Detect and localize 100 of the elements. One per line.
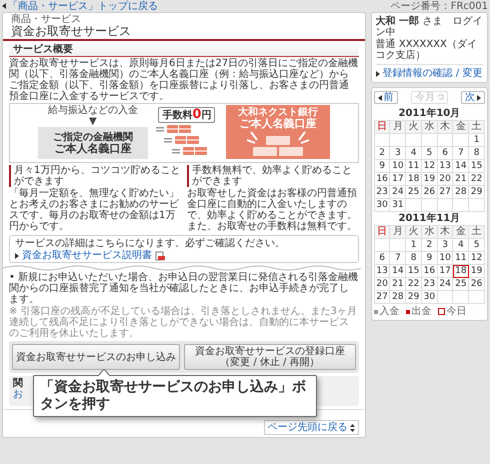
weekday-label: 火: [406, 121, 422, 134]
calendar-day[interactable]: 29: [469, 186, 485, 199]
profile-link[interactable]: 登録情報の確認 / 変更: [382, 68, 482, 79]
calendar-day[interactable]: 22: [469, 173, 485, 186]
calendar-day[interactable]: 24: [438, 278, 454, 291]
related-link[interactable]: お: [13, 389, 23, 400]
action-button[interactable]: 資金お取寄せサービスの登録口座（変更 / 休止 / 再開）: [184, 344, 356, 370]
related-title: 関: [13, 378, 23, 390]
blank-calendar-day: [453, 199, 470, 212]
calendar-day[interactable]: 25: [406, 186, 422, 199]
calendar-day[interactable]: 19: [422, 173, 438, 186]
month-title: 2011年11月: [397, 212, 462, 225]
page-top-link[interactable]: ページ先頭に戻る: [264, 420, 359, 436]
intro-text: 資金お取寄せサービスは、原則毎月6日または27日の引落日にご指定の金融機関（以下、引落金融機関）のご本人名義口座（例：給与振込口座など）からご指定金額（以下、引落金額）を口座振替により引落し、お客さまの円普通預金口座に入金するサービスです。: [9, 58, 359, 102]
calendar-day[interactable]: 7: [390, 252, 406, 265]
user-greeting: 大和 一郎 さま ログイン中: [376, 16, 483, 38]
calendar-day[interactable]: 15: [469, 160, 485, 173]
calendar-day[interactable]: 21: [453, 173, 470, 186]
calendar-day[interactable]: 20: [374, 278, 390, 291]
weekday-label: 木: [438, 226, 454, 239]
calendar-day[interactable]: 21: [390, 278, 406, 291]
account-label: ご本人名義口座: [239, 118, 316, 130]
calendar-day[interactable]: 14: [390, 265, 406, 278]
blank-calendar-day: [406, 199, 422, 212]
blank-calendar-day: [422, 199, 438, 212]
weekday-label: 月: [390, 226, 406, 239]
caret-right-icon: [15, 252, 19, 259]
manual-link[interactable]: 資金お取寄せサービス説明書: [22, 250, 152, 262]
weekday-label: 火: [406, 226, 422, 239]
calendar-day[interactable]: 8: [469, 147, 485, 160]
calendar-day[interactable]: 12: [469, 252, 485, 265]
calendar-day[interactable]: 23: [374, 186, 390, 199]
calendar-day[interactable]: 6: [374, 252, 390, 265]
weekday-label: 土: [469, 121, 485, 134]
calendar-day[interactable]: 15: [406, 265, 422, 278]
calendar-day[interactable]: 1: [406, 239, 422, 252]
feature-heading: 手数料無料で、効率よく貯めることができます: [186, 165, 359, 188]
calendar-day[interactable]: 26: [469, 278, 485, 291]
action-button[interactable]: 資金お取寄せサービスのお申し込み: [12, 344, 180, 370]
blank-calendar-day: [453, 134, 470, 147]
down-arrow: ▼: [89, 116, 97, 128]
calendar-day[interactable]: 13: [374, 265, 390, 278]
deposit-label: 給与振込などの入金: [48, 105, 138, 116]
note-text: ※ 引落口座の残高が不足している場合は、引き落としされません。また3ヶ月連続して残高不足により引き落としができない場合は、自動的に本サービスのご利用を休止いたします。: [9, 306, 358, 340]
calendar-day[interactable]: 9: [422, 252, 438, 265]
calendar-day[interactable]: 16: [374, 173, 390, 186]
feature-heading: 月々1万円から、コツコツ貯めることができます: [9, 165, 181, 188]
calendar-day[interactable]: 1: [469, 134, 485, 147]
calendar-day[interactable]: 28: [390, 291, 406, 304]
calendar-day[interactable]: 3: [438, 239, 454, 252]
calendar-day[interactable]: 16: [422, 265, 438, 278]
calendar-day[interactable]: 19: [469, 265, 485, 278]
calendar-day[interactable]: 2: [422, 239, 438, 252]
calendar-day[interactable]: 4: [453, 239, 470, 252]
calendar-day[interactable]: 27: [438, 186, 454, 199]
fee-amount: 0: [192, 108, 202, 122]
calendar-day[interactable]: 5: [422, 147, 438, 160]
calendar-day[interactable]: 3: [390, 147, 406, 160]
calendar-day[interactable]: 17: [390, 173, 406, 186]
calendar-day[interactable]: 26: [422, 186, 438, 199]
calendar-day[interactable]: 25: [453, 278, 470, 291]
blank-calendar-day: [422, 134, 438, 147]
calendar-day[interactable]: 11: [406, 160, 422, 173]
calendar-day[interactable]: 7: [453, 147, 470, 160]
calendar-day[interactable]: 10: [438, 252, 454, 265]
calendar-day[interactable]: 28: [453, 186, 470, 199]
blank-calendar-day: [390, 239, 406, 252]
calendar-nav-button[interactable]: 前: [374, 91, 398, 104]
calendar-day[interactable]: 9: [374, 160, 390, 173]
blank-calendar-day: [453, 291, 470, 304]
calendar-day[interactable]: 27: [374, 291, 390, 304]
blank-calendar-day: [406, 134, 422, 147]
calendar-day[interactable]: 11: [453, 252, 470, 265]
calendar-day[interactable]: 5: [469, 239, 485, 252]
calendar-day[interactable]: 22: [406, 278, 422, 291]
calendar-day[interactable]: 23: [422, 278, 438, 291]
calendar-day[interactable]: 8: [406, 252, 422, 265]
fee-label: 手数料: [162, 110, 192, 121]
weekday-label: 月: [390, 121, 406, 134]
calendar-day[interactable]: 20: [438, 173, 454, 186]
calendar-day[interactable]: 18: [406, 173, 422, 186]
calendar-day[interactable]: 18: [453, 265, 470, 278]
calendar-day[interactable]: 31: [390, 199, 406, 212]
caret-right-icon: [476, 94, 481, 100]
calendar-day[interactable]: 10: [390, 160, 406, 173]
back-link[interactable]: 「商品・サービス」トップに戻る: [2, 0, 158, 12]
calendar-day[interactable]: 14: [453, 160, 470, 173]
calendar-day[interactable]: 12: [422, 160, 438, 173]
calendar-day[interactable]: 29: [406, 291, 422, 304]
detail-text: サービスの詳細はこちらになります。必ずご確認ください。: [15, 238, 286, 250]
calendar-day[interactable]: 13: [438, 160, 454, 173]
calendar-day[interactable]: 4: [406, 147, 422, 160]
calendar-day[interactable]: 17: [438, 265, 454, 278]
calendar-day[interactable]: 30: [374, 199, 390, 212]
calendar-day[interactable]: 30: [422, 291, 438, 304]
blank-calendar-day: [469, 291, 485, 304]
calendar-day[interactable]: 2: [374, 147, 390, 160]
calendar-day[interactable]: 6: [438, 147, 454, 160]
calendar-day[interactable]: 24: [390, 186, 406, 199]
calendar-nav-button[interactable]: 次: [460, 91, 485, 104]
